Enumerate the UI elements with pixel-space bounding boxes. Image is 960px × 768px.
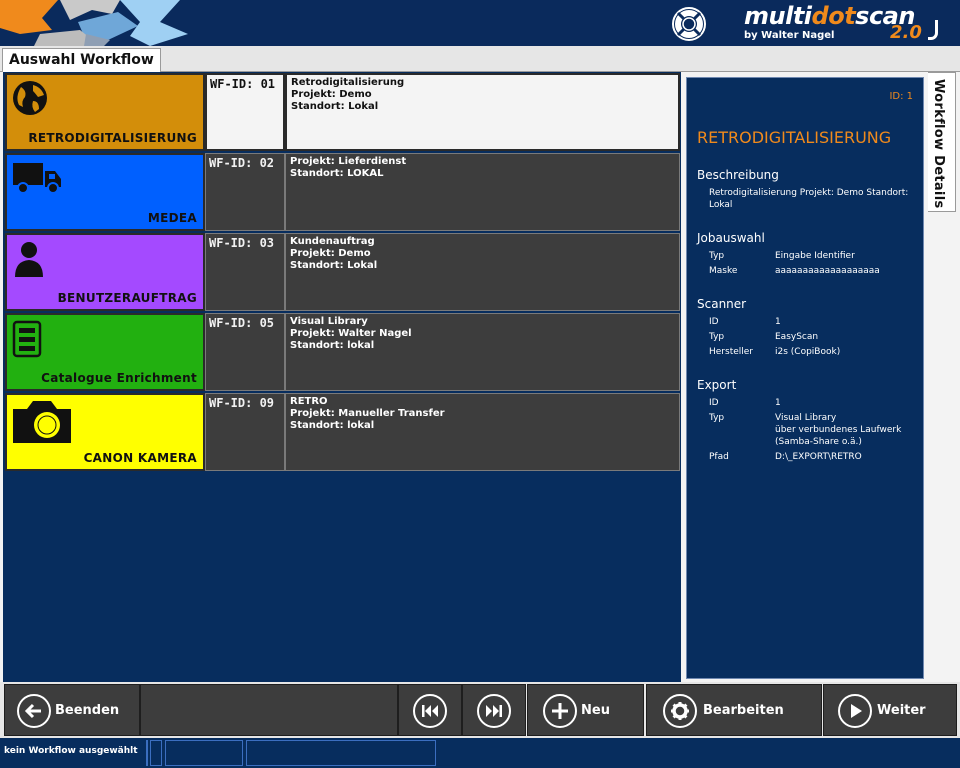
scanner-hersteller-key: Hersteller: [709, 347, 753, 357]
new-label: Neu: [581, 703, 610, 718]
camera-icon: [13, 401, 71, 443]
toolbar-spacer: [140, 684, 398, 736]
status-segment: [165, 740, 243, 766]
new-button[interactable]: Neu: [527, 684, 644, 736]
beschreibung-text: Retrodigitalisierung Projekt: Demo Stand…: [709, 188, 909, 210]
export-id-key: ID: [709, 398, 719, 408]
job-typ-key: Typ: [709, 251, 725, 261]
workflow-info: RETRO Projekt: Manueller Transfer Stando…: [285, 393, 680, 471]
quit-button[interactable]: Beenden: [4, 684, 140, 736]
first-page-button[interactable]: [398, 684, 462, 736]
edit-label: Bearbeiten: [703, 703, 784, 718]
last-page-button[interactable]: [462, 684, 526, 736]
export-pfad-value: D:\_EXPORT\RETRO: [775, 452, 862, 462]
detail-id: ID: 1: [889, 91, 913, 102]
next-label: Weiter: [877, 703, 926, 718]
workflow-label: Catalogue Enrichment: [41, 371, 197, 385]
workflow-label: BENUTZERAUFTRAG: [57, 291, 197, 305]
workflow-row[interactable]: CANON KAMERA WF-ID: 09 RETRO Projekt: Ma…: [3, 392, 681, 472]
workflow-tile[interactable]: BENUTZERAUFTRAG: [5, 233, 205, 311]
workflow-details-panel: ID: 1 RETRODIGITALISIERUNG Beschreibung …: [686, 77, 924, 679]
workflow-id: WF-ID: 09: [205, 393, 285, 471]
job-maske-value: aaaaaaaaaaaaaaaaaaa: [775, 266, 880, 276]
scanner-typ-key: Typ: [709, 332, 725, 342]
status-segment: [150, 740, 162, 766]
job-maske-key: Maske: [709, 266, 738, 276]
app-header: multidotscan by Walter Nagel 2.0: [0, 0, 960, 46]
workflow-id: WF-ID: 05: [205, 313, 285, 391]
workflow-tile[interactable]: Catalogue Enrichment: [5, 313, 205, 391]
tab-auswahl-workflow[interactable]: Auswahl Workflow: [2, 48, 161, 72]
workflow-label: MEDEA: [147, 211, 197, 225]
workflow-info: Retrodigitalisierung Projekt: Demo Stand…: [285, 73, 680, 151]
section-scanner: Scanner: [697, 297, 747, 311]
section-export: Export: [697, 378, 737, 392]
globe-icon: [13, 81, 47, 115]
tab-workflow-details-label: Workflow Details: [931, 79, 946, 209]
status-text: kein Workflow ausgewählt: [4, 746, 138, 756]
workflow-id: WF-ID: 02: [205, 153, 285, 231]
workflow-row[interactable]: MEDEA WF-ID: 02 Projekt: Lieferdienst St…: [3, 152, 681, 232]
arrow-left-icon: [17, 694, 51, 728]
export-id-value: 1: [775, 398, 781, 408]
quit-label: Beenden: [55, 703, 120, 718]
scanner-typ-value: EasyScan: [775, 332, 819, 342]
workflow-info: Kundenauftrag Projekt: Demo Standort: Lo…: [285, 233, 680, 311]
workflow-info: Projekt: Lieferdienst Standort: LOKAL: [285, 153, 680, 231]
workflow-row[interactable]: Catalogue Enrichment WF-ID: 05 Visual Li…: [3, 312, 681, 392]
workflow-info: Visual Library Projekt: Walter Nagel Sta…: [285, 313, 680, 391]
skip-first-icon: [413, 694, 447, 728]
tab-workflow-details[interactable]: Workflow Details: [928, 72, 956, 212]
scanner-id-key: ID: [709, 317, 719, 327]
status-divider: [146, 740, 148, 766]
job-typ-value: Eingabe Identifier: [775, 251, 855, 261]
export-typ-key: Typ: [709, 413, 725, 423]
cabinet-icon: [12, 320, 42, 358]
edit-button[interactable]: Bearbeiten: [646, 684, 822, 736]
workflow-tile[interactable]: CANON KAMERA: [5, 393, 205, 471]
workflow-label: CANON KAMERA: [83, 451, 197, 465]
bottom-toolbar: Beenden Neu Bearbeiten Weiter: [0, 682, 960, 738]
person-icon: [15, 242, 43, 277]
workflow-tile[interactable]: RETRODIGITALISIERUNG: [5, 73, 205, 151]
workflow-tile[interactable]: MEDEA: [5, 153, 205, 231]
play-icon: [838, 694, 872, 728]
workflow-id: WF-ID: 03: [205, 233, 285, 311]
skip-last-icon: [477, 694, 511, 728]
workflow-row[interactable]: BENUTZERAUFTRAG WF-ID: 03 Kundenauftrag …: [3, 232, 681, 312]
lifebuoy-help-icon[interactable]: [670, 5, 708, 43]
scanner-hersteller-value: i2s (CopiBook): [775, 347, 841, 357]
export-pfad-key: Pfad: [709, 452, 729, 462]
section-jobauswahl: Jobauswahl: [697, 231, 765, 245]
workflow-row[interactable]: RETRODIGITALISIERUNG WF-ID: 01 Retrodigi…: [3, 72, 681, 152]
export-typ-value: Visual Library über verbundenes Laufwerk…: [775, 413, 902, 447]
next-button[interactable]: Weiter: [823, 684, 957, 736]
tab-bar: Auswahl Workflow: [0, 46, 960, 72]
plus-icon: [543, 694, 577, 728]
section-beschreibung: Beschreibung: [697, 168, 779, 182]
scanner-id-value: 1: [775, 317, 781, 327]
detail-title: RETRODIGITALISIERUNG: [697, 128, 892, 147]
workflow-list: RETRODIGITALISIERUNG WF-ID: 01 Retrodigi…: [3, 72, 681, 682]
truck-icon: [13, 163, 61, 194]
gear-icon: [663, 694, 697, 728]
status-segment: [246, 740, 436, 766]
workflow-id: WF-ID: 01: [205, 73, 285, 151]
workflow-label: RETRODIGITALISIERUNG: [28, 131, 197, 145]
multidotscan-logo: multidotscan by Walter Nagel 2.0: [744, 2, 944, 44]
puzzle-decoration-icon: [0, 0, 188, 46]
status-bar: kein Workflow ausgewählt: [0, 738, 960, 768]
